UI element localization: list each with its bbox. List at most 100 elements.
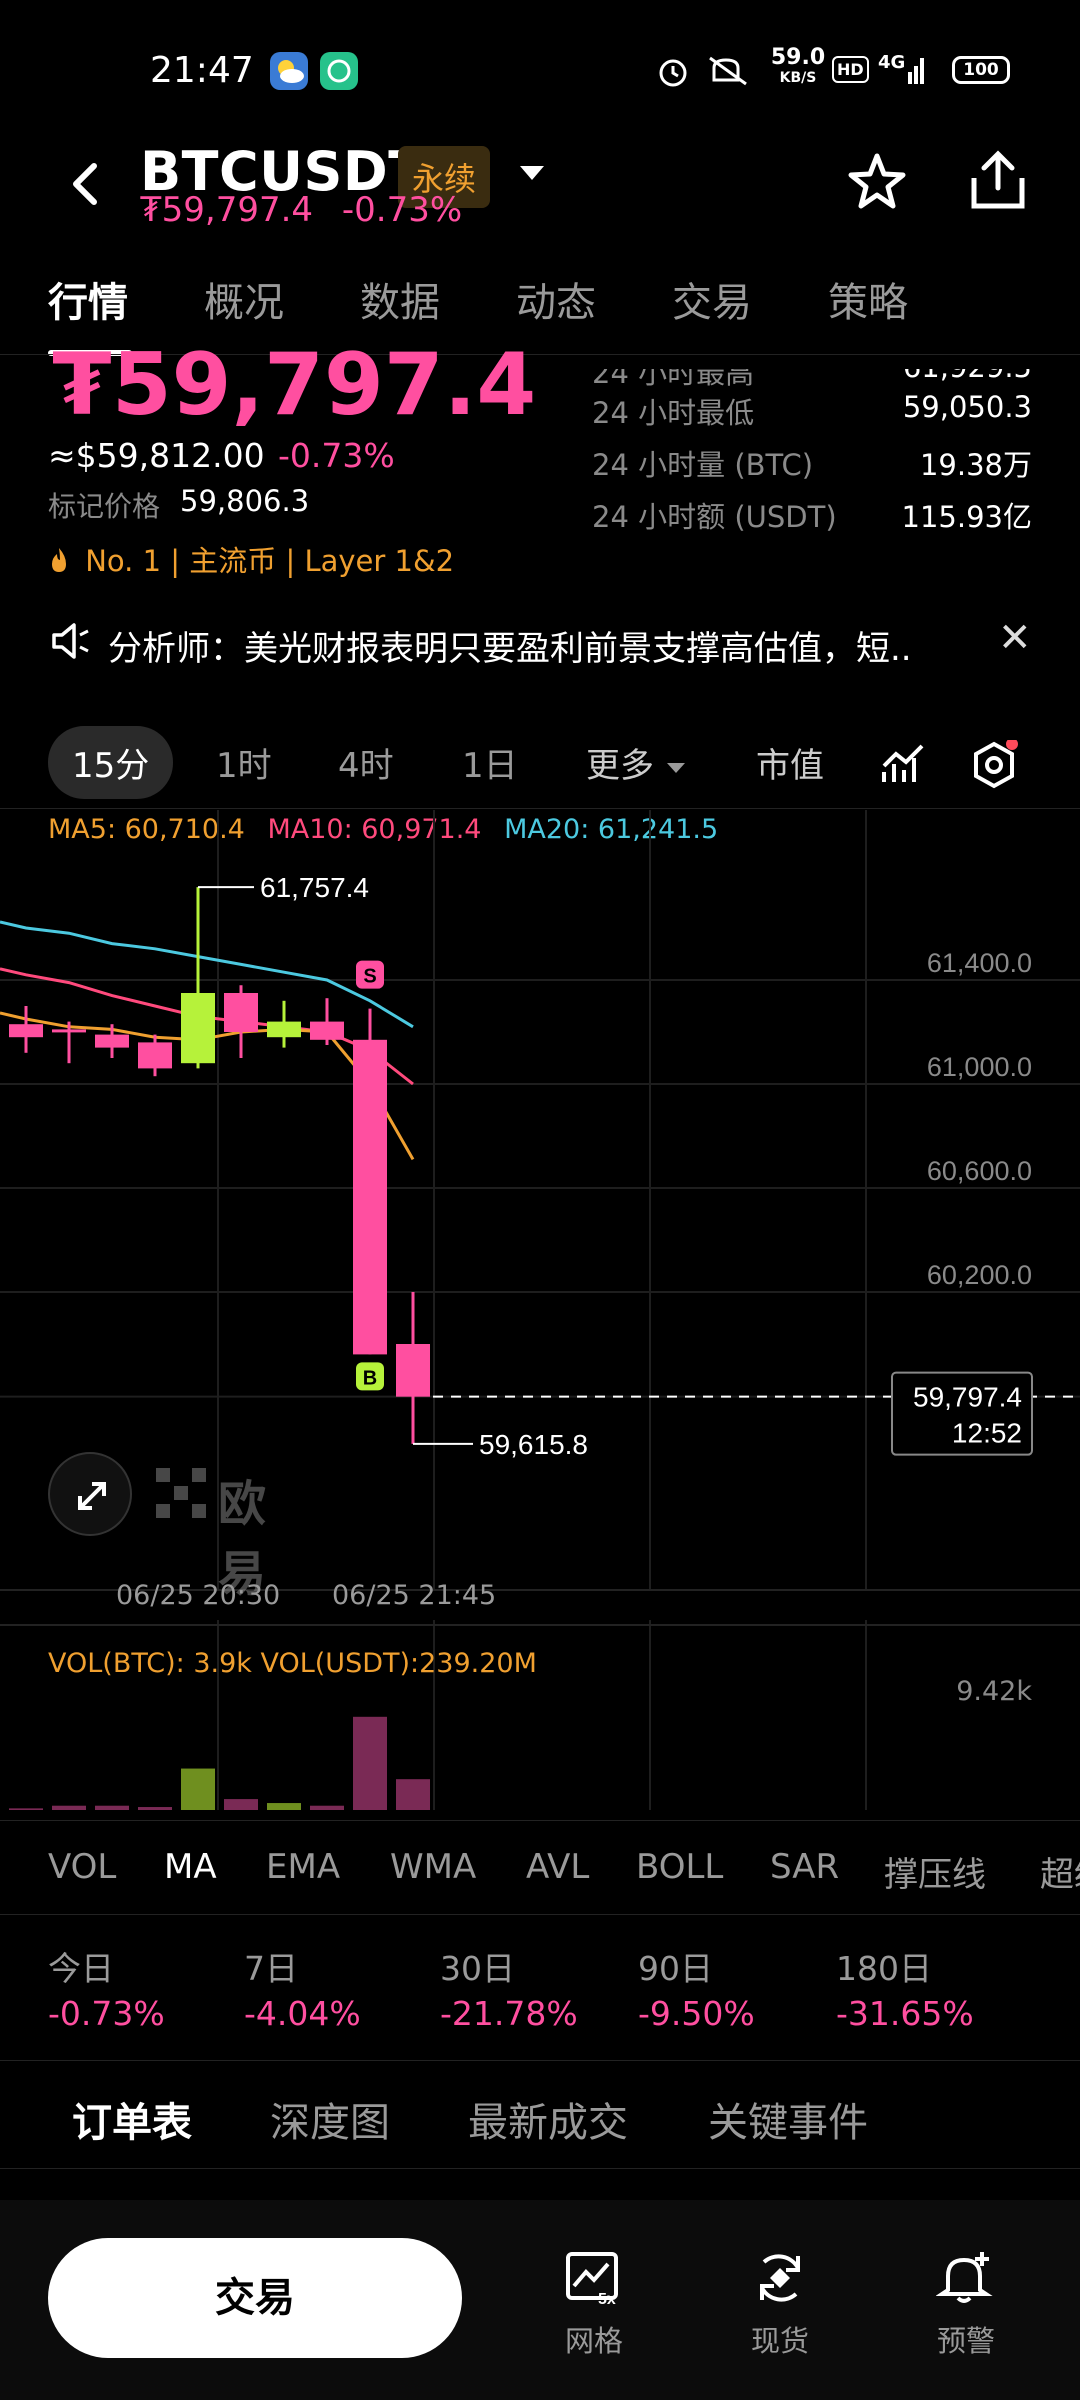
tab-strategy[interactable]: 策略 [828, 270, 908, 328]
coin-tags[interactable]: No. 1 | 主流币 | Layer 1&2 [48, 538, 454, 580]
stat-label: 24 小时最低 [592, 396, 755, 430]
volume-bar [353, 1716, 387, 1810]
interval-more[interactable]: 更多 [586, 738, 687, 787]
sell-marker: S [356, 960, 384, 989]
price-change: -0.73% [278, 436, 395, 475]
market-cap-toggle[interactable]: 市值 [756, 738, 824, 787]
close-icon[interactable]: ✕ [998, 615, 1032, 661]
nav-grid[interactable]: 5x 网格 [534, 2250, 654, 2360]
indicator-avl[interactable]: AVL [526, 1847, 589, 1887]
chat-app-icon [320, 52, 358, 90]
header-change: -0.73% [341, 190, 463, 230]
tab-order-book[interactable]: 订单表 [72, 2090, 192, 2148]
okx-logo-icon [156, 1468, 206, 1518]
candle-body [181, 993, 215, 1064]
alert-bell-icon [935, 2252, 993, 2303]
stat-label: 24 小时量 (BTC) [592, 448, 814, 482]
coin-tags-text: No. 1 | 主流币 | Layer 1&2 [85, 544, 455, 578]
stat-low: 24 小时最低 59,050.3 [592, 390, 1032, 434]
net-speed: 59.0 [770, 45, 826, 70]
indicator-super[interactable]: 超级 [1040, 1847, 1080, 1896]
tab-data[interactable]: 数据 [360, 270, 440, 328]
chevron-down-icon [666, 763, 685, 773]
nav-alert[interactable]: 预警 [906, 2250, 1026, 2360]
stat-label: 24 小时额 (USDT) [592, 500, 837, 534]
indicator-support-resistance[interactable]: 撑压线 [884, 1847, 986, 1896]
speaker-icon [48, 619, 92, 673]
interval-15m[interactable]: 15分 [48, 726, 174, 799]
period-value: -21.78% [440, 1994, 578, 2033]
announcement-bar[interactable]: 分析师：美光财报表明只要盈利前景支撑高估值，短.. ✕ [0, 615, 1080, 675]
nav-label: 网格 [564, 2324, 623, 2358]
status-bar: 21:47 59.0 KB/S HD 4G 100 [0, 0, 1080, 140]
candle-body [267, 1021, 301, 1038]
interval-4h[interactable]: 4时 [338, 738, 394, 787]
status-time: 21:47 [150, 50, 254, 91]
interval-more-label: 更多 [586, 746, 654, 786]
tab-overview[interactable]: 概况 [204, 270, 284, 328]
volume-bar [138, 1807, 172, 1810]
volume-bar [267, 1803, 301, 1810]
fullscreen-icon[interactable] [48, 1452, 132, 1536]
volume-legend: VOL(BTC): 3.9k VOL(USDT):239.20M [48, 1648, 537, 1679]
volume-bars [9, 1716, 430, 1810]
mute-icon [706, 54, 750, 92]
back-icon[interactable] [66, 154, 102, 228]
favorite-star-icon[interactable] [845, 150, 909, 229]
candle-body [138, 1042, 172, 1069]
period-value: -9.50% [638, 1994, 755, 2033]
interval-bar: 15分 1时 4时 1日 更多 市值 [0, 726, 1080, 800]
candle-body [52, 1029, 86, 1033]
mark-price-label: 标记价格 [48, 490, 161, 523]
tab-news[interactable]: 动态 [516, 270, 596, 328]
volume-bar [224, 1799, 258, 1810]
indicator-boll[interactable]: BOLL [636, 1847, 723, 1887]
divider [0, 2060, 1080, 2061]
trade-button[interactable]: 交易 [48, 2238, 462, 2358]
stat-volume-btc: 24 小时量 (BTC) 19.38万 [592, 442, 1032, 486]
period-value: -0.73% [48, 1994, 165, 2033]
volume-bar [52, 1805, 86, 1810]
indicator-vol[interactable]: VOL [48, 1847, 116, 1887]
buy-marker-label: B [363, 1367, 377, 1389]
candle-body [396, 1344, 430, 1397]
y-tick-label: 61,000.0 [927, 1052, 1032, 1082]
symbol-dropdown-icon[interactable] [518, 144, 546, 212]
tab-recent-trades[interactable]: 最新成交 [468, 2090, 628, 2148]
interval-1d[interactable]: 1日 [462, 738, 518, 787]
low-label: 59,615.8 [479, 1429, 588, 1460]
scroll-mask [560, 355, 1080, 369]
battery-icon: 100 [952, 56, 1010, 84]
indicator-wma[interactable]: WMA [390, 1847, 476, 1887]
period-label: 90日 [638, 1949, 713, 1988]
period-label: 7日 [244, 1949, 298, 1988]
nav-spot[interactable]: 现货 [720, 2250, 840, 2360]
sell-marker-label: S [363, 966, 376, 988]
tab-trade[interactable]: 交易 [672, 270, 752, 328]
y-tick-label: 60,600.0 [927, 1156, 1032, 1186]
tab-market[interactable]: 行情 [48, 270, 128, 328]
indicator-ma[interactable]: MA [164, 1847, 217, 1887]
candle-body [9, 1024, 43, 1038]
indicator-chart-icon[interactable] [880, 742, 926, 792]
tab-key-events[interactable]: 关键事件 [708, 2090, 868, 2148]
interval-1h[interactable]: 1时 [216, 738, 272, 787]
period-value: -31.65% [836, 1994, 974, 2033]
volume-bar [310, 1805, 344, 1810]
candle-body [95, 1034, 129, 1048]
share-icon[interactable] [966, 148, 1030, 216]
header: BTCUSDT 永续 ₮59,797.4 -0.73% [0, 140, 1080, 250]
tab-depth-chart[interactable]: 深度图 [270, 2090, 390, 2148]
header-price: ₮59,797.4 [140, 190, 314, 230]
y-tick-label: 61,400.0 [927, 948, 1032, 978]
candle-body [310, 1021, 344, 1040]
indicator-bar: VOL MA EMA WMA AVL BOLL SAR 撑压线 超级 [0, 1820, 1080, 1915]
chart-settings-icon[interactable] [970, 738, 1020, 794]
divider [0, 808, 1080, 809]
volume-bar [95, 1805, 129, 1810]
stat-value: 19.38万 [919, 448, 1032, 482]
indicator-sar[interactable]: SAR [770, 1847, 839, 1887]
last-price: ₮59,797.4 [52, 335, 537, 435]
candle-body [353, 1039, 387, 1355]
indicator-ema[interactable]: EMA [266, 1847, 340, 1887]
